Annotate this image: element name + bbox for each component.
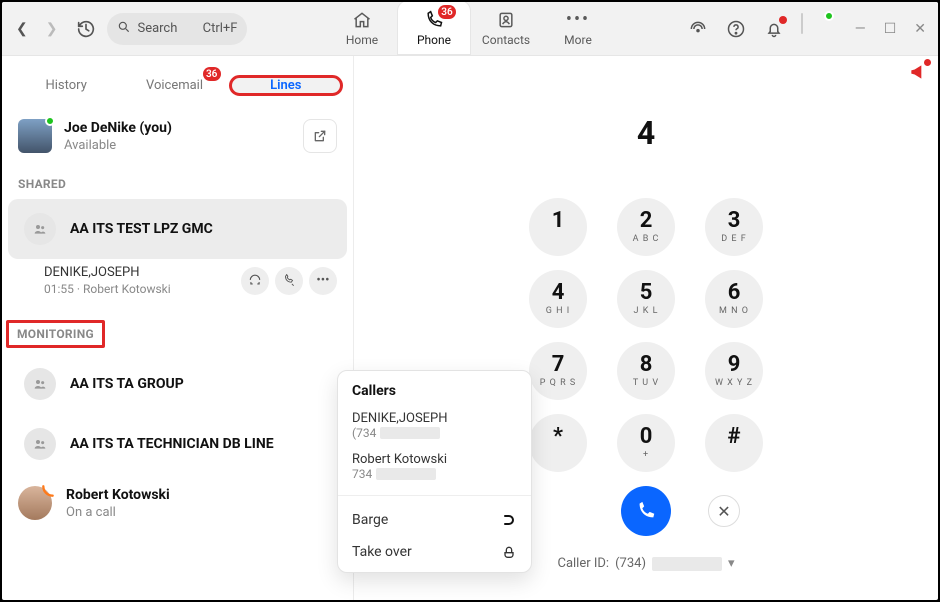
tab-more[interactable]: ••• More: [542, 2, 614, 55]
takeover-icon: [501, 544, 517, 560]
popover-barge-button[interactable]: Barge: [338, 504, 531, 536]
popover-caller-name: DENIKE,JOSEPH: [352, 411, 517, 426]
contact-line-item[interactable]: Robert Kotowski On a call: [2, 474, 353, 532]
monitoring-line-name: AA ITS TA TECHNICIAN DB LINE: [70, 436, 274, 452]
subtab-voicemail-label: Voicemail: [146, 78, 203, 93]
keypad-2[interactable]: 2A B C: [617, 198, 675, 256]
presence-dot-icon: [824, 11, 834, 21]
more-icon: •••: [566, 10, 590, 30]
self-status: Available: [64, 138, 172, 153]
monitoring-line-name: AA ITS TA GROUP: [70, 376, 184, 392]
search-shortcut: Ctrl+F: [203, 21, 238, 36]
tab-phone[interactable]: 36 Phone: [398, 2, 470, 55]
barge-icon: [501, 512, 517, 528]
active-call-meta: 01:55 · Robert Kotowski: [44, 282, 171, 296]
backspace-button[interactable]: ✕: [708, 495, 740, 527]
subtab-history[interactable]: History: [12, 70, 120, 101]
window-close-button[interactable]: ✕: [914, 21, 926, 37]
popover-caller-name: Robert Kotowski: [352, 452, 517, 467]
window-maximize-button[interactable]: ☐: [884, 21, 897, 37]
caller-id-dropdown-icon[interactable]: ▾: [728, 556, 735, 571]
caller-id-label: Caller ID:: [557, 556, 609, 571]
subtab-history-label: History: [45, 78, 86, 93]
active-call-caller: DENIKE,JOSEPH: [44, 265, 171, 280]
search-input[interactable]: Search Ctrl+F: [107, 13, 247, 45]
keypad-4[interactable]: 4G H I: [529, 270, 587, 328]
dial-keypad: 1 2A B C 3D E F 4G H I 5J K L 6M N O 7P …: [519, 198, 773, 476]
tab-contacts-label: Contacts: [482, 33, 530, 47]
on-call-indicator-icon: [41, 483, 55, 497]
keypad-5[interactable]: 5J K L: [617, 270, 675, 328]
contact-name: Robert Kotowski: [66, 487, 170, 503]
voicemail-badge: 36: [203, 67, 221, 81]
contact-status: On a call: [66, 505, 170, 520]
keypad-8[interactable]: 8T U V: [617, 342, 675, 400]
devices-icon[interactable]: [687, 18, 709, 40]
popover-takeover-button[interactable]: Take over: [338, 536, 531, 568]
tab-phone-label: Phone: [417, 33, 451, 47]
tab-home-label: Home: [346, 33, 378, 47]
self-name: Joe DeNike (you): [64, 120, 172, 136]
caller-id-value: (734): [615, 556, 646, 571]
tab-home[interactable]: Home: [326, 2, 398, 55]
call-button[interactable]: [621, 486, 671, 536]
call-action-more-button[interactable]: •••: [309, 267, 337, 295]
subtab-voicemail[interactable]: Voicemail 36: [120, 70, 228, 101]
avatar-image: [801, 13, 803, 34]
dialed-number: 4: [637, 114, 655, 152]
window-minimize-button[interactable]: —: [855, 21, 866, 37]
shared-line-item[interactable]: AA ITS TEST LPZ GMC: [8, 199, 347, 259]
callers-popover: Callers DENIKE,JOSEPH (734 Robert Kotows…: [337, 370, 532, 573]
notifications-icon[interactable]: [763, 18, 785, 40]
call-action-listen-button[interactable]: [241, 267, 269, 295]
popover-title: Callers: [338, 383, 531, 405]
keypad-7[interactable]: 7P Q R S: [529, 342, 587, 400]
announcement-icon[interactable]: [908, 62, 928, 82]
keypad-1[interactable]: 1: [529, 198, 587, 256]
nav-back-button[interactable]: ❮: [16, 21, 28, 37]
redacted-number: [380, 427, 440, 439]
history-icon[interactable]: [75, 18, 97, 40]
subtab-lines-label: Lines: [270, 78, 301, 93]
keypad-hash[interactable]: #: [705, 414, 763, 472]
group-avatar-icon: [24, 428, 56, 460]
takeover-label: Take over: [352, 544, 412, 560]
self-line-row[interactable]: Joe DeNike (you) Available: [2, 107, 353, 159]
redacted-number: [376, 468, 436, 480]
section-monitoring-label: MONITORING: [6, 320, 105, 348]
section-shared-label: SHARED: [2, 159, 353, 199]
monitoring-line-item[interactable]: AA ITS TA TECHNICIAN DB LINE: [8, 414, 347, 474]
keypad-star[interactable]: *: [529, 414, 587, 472]
caller-id-redacted: [652, 557, 722, 571]
announcement-dot-icon: [924, 59, 931, 66]
phone-badge: 36: [438, 5, 456, 19]
tab-contacts[interactable]: Contacts: [470, 2, 542, 55]
keypad-6[interactable]: 6M N O: [705, 270, 763, 328]
help-icon[interactable]: [725, 18, 747, 40]
popout-button[interactable]: [303, 119, 337, 153]
monitoring-line-item[interactable]: AA ITS TA GROUP: [8, 354, 347, 414]
tab-more-label: More: [564, 33, 592, 47]
keypad-0[interactable]: 0+: [617, 414, 675, 472]
search-placeholder: Search: [137, 21, 177, 36]
group-avatar-icon: [24, 368, 56, 400]
profile-avatar[interactable]: [801, 14, 831, 44]
search-icon: [117, 20, 131, 38]
subtab-lines[interactable]: Lines: [229, 75, 343, 96]
notification-dot-icon: [779, 16, 787, 24]
keypad-9[interactable]: 9W X Y Z: [705, 342, 763, 400]
call-action-whisper-button[interactable]: [275, 267, 303, 295]
keypad-3[interactable]: 3D E F: [705, 198, 763, 256]
popover-caller-entry[interactable]: DENIKE,JOSEPH (734: [338, 405, 531, 446]
active-call-row[interactable]: DENIKE,JOSEPH 01:55 · Robert Kotowski ••…: [2, 259, 353, 306]
group-avatar-icon: [24, 213, 56, 245]
presence-dot-icon: [45, 116, 55, 126]
nav-forward-button[interactable]: ❯: [46, 21, 58, 37]
shared-line-name: AA ITS TEST LPZ GMC: [70, 221, 213, 237]
barge-label: Barge: [352, 512, 388, 528]
popover-caller-entry[interactable]: Robert Kotowski 734: [338, 446, 531, 487]
